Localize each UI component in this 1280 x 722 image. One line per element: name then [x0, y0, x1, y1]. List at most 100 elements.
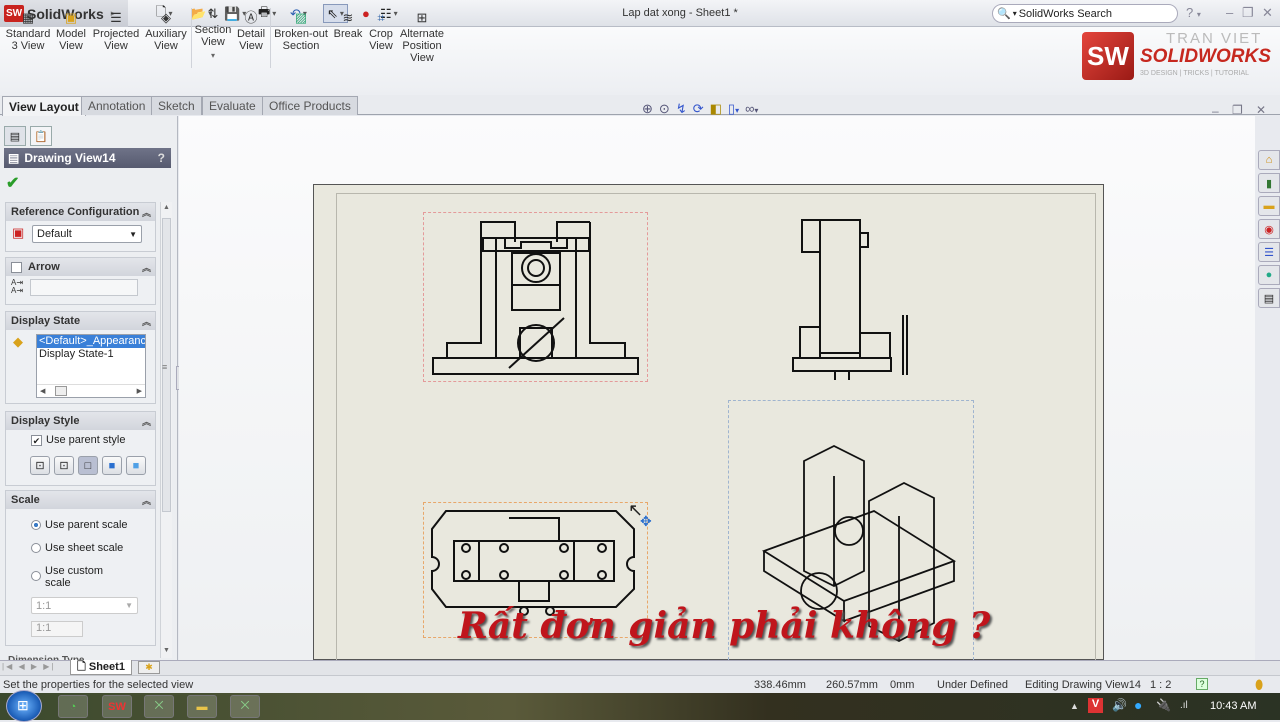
- arrow-checkbox[interactable]: [11, 261, 22, 273]
- view-palette-icon[interactable]: ◉: [1258, 219, 1280, 239]
- custom-scale-select[interactable]: 1:1 ▼: [31, 597, 138, 614]
- ok-checkmark-button[interactable]: ✔: [6, 173, 19, 193]
- doc-minimize-button[interactable]: –: [1212, 104, 1219, 118]
- feature-manager-tab[interactable]: ▤: [4, 126, 26, 146]
- document-recovery-icon[interactable]: ▤: [1258, 288, 1280, 308]
- collapse-icon[interactable]: ︽: [142, 494, 151, 507]
- collapse-icon[interactable]: ︽: [142, 206, 151, 219]
- sheet-tab-sheet1[interactable]: 🗋 Sheet1: [70, 660, 132, 675]
- file-explorer-icon[interactable]: ▬: [1258, 196, 1280, 216]
- hidden-lines-visible-icon: ⊡: [59, 460, 69, 472]
- collapse-icon[interactable]: ︽: [142, 415, 151, 428]
- rebuild-icon[interactable]: ⟳: [693, 101, 704, 117]
- previous-view-icon[interactable]: ↯: [676, 101, 687, 117]
- shaded-button[interactable]: ■: [126, 456, 146, 475]
- auxiliary-view-button[interactable]: ◈ Auxiliary View: [145, 10, 187, 52]
- help-icon[interactable]: ?: [158, 151, 165, 165]
- tray-app-icon[interactable]: ●: [1134, 697, 1142, 713]
- power-icon[interactable]: 🔌: [1156, 698, 1171, 712]
- sheet-navigation-arrows[interactable]: |◀ ◀ ▶ ▶|: [2, 662, 55, 671]
- status-scale[interactable]: 1 : 2: [1150, 679, 1171, 691]
- tag-icon[interactable]: ⬮: [1255, 677, 1263, 693]
- network-icon[interactable]: .ıl: [1180, 700, 1188, 711]
- taskbar-explorer[interactable]: ▬: [187, 695, 217, 718]
- hide-show-icon[interactable]: ◧: [710, 101, 722, 117]
- design-library-icon[interactable]: ▮: [1258, 173, 1280, 193]
- list-item[interactable]: Display State-1: [37, 348, 145, 361]
- drawing-view-front[interactable]: [423, 212, 648, 382]
- hidden-lines-removed-button[interactable]: □: [78, 456, 98, 475]
- splitter-grip-icon[interactable]: ≡: [162, 362, 167, 372]
- use-sheet-scale-radio[interactable]: Use sheet scale: [31, 542, 123, 554]
- display-style-icon[interactable]: ▯▾: [728, 101, 739, 117]
- help-button[interactable]: ? ▾: [1186, 5, 1201, 20]
- broken-out-section-button[interactable]: ▨ Broken-out Section: [274, 10, 328, 52]
- zoom-to-area-icon[interactable]: ⊙: [659, 101, 670, 117]
- move-cursor-icon: ✥: [640, 513, 652, 529]
- folder-icon: ▬: [196, 700, 208, 713]
- add-sheet-button[interactable]: ✱: [138, 661, 160, 674]
- home-icon[interactable]: ⌂: [1258, 150, 1280, 170]
- tab-annotation[interactable]: Annotation: [81, 96, 153, 115]
- tab-office-products[interactable]: Office Products: [262, 96, 358, 115]
- use-parent-style-option[interactable]: ✔ Use parent style: [31, 434, 125, 446]
- solidworks-search-input[interactable]: 🔍 ▾ SolidWorks Search: [992, 4, 1178, 23]
- doc-restore-button[interactable]: ❐: [1232, 103, 1243, 117]
- section-view-button[interactable]: ⇅ Section View ▾: [195, 6, 232, 62]
- break-button[interactable]: ≋ Break: [333, 10, 363, 40]
- zoom-to-fit-icon[interactable]: ⊕: [642, 101, 653, 117]
- tab-evaluate[interactable]: Evaluate: [202, 96, 263, 115]
- wireframe-style-button[interactable]: ⊡: [30, 456, 50, 475]
- custom-properties-icon[interactable]: ●: [1258, 265, 1280, 285]
- clock[interactable]: 10:43 AM: [1210, 700, 1256, 712]
- status-message: Set the properties for the selected view: [3, 679, 194, 691]
- drawing-view-right[interactable]: [785, 215, 915, 383]
- scale-group: Scale ︽ Use parent scale Use sheet scale …: [5, 490, 156, 646]
- broken-out-section-icon: ▨: [294, 10, 308, 25]
- show-hidden-icons-button[interactable]: ▲: [1070, 701, 1079, 711]
- crop-view-button[interactable]: ⌗ Crop View: [368, 10, 394, 52]
- display-state-list[interactable]: <Default>_Appearance Display State-1 ◀ ▶: [36, 334, 146, 398]
- alternate-position-view-button[interactable]: ⊞ Alternate Position View: [399, 10, 445, 64]
- close-button[interactable]: ✕: [1262, 5, 1273, 21]
- brand-line-2: SOLIDWORKS: [1140, 46, 1271, 67]
- configuration-select[interactable]: Default ▼: [32, 225, 142, 243]
- display-state-group: Display State ︽ ◆ <Default>_Appearance Di…: [5, 311, 156, 404]
- panel-scrollbar[interactable]: ▲ ▼: [160, 202, 172, 658]
- view-settings-icon[interactable]: ∞▾: [745, 101, 758, 117]
- minimize-button[interactable]: –: [1226, 5, 1233, 20]
- taskbar-app-5[interactable]: ⨉: [230, 695, 260, 718]
- list-item[interactable]: <Default>_Appearance: [37, 335, 145, 348]
- property-manager-tab[interactable]: 📋: [30, 126, 52, 146]
- property-manager-title: Drawing View14: [24, 151, 116, 165]
- use-parent-scale-radio[interactable]: Use parent scale: [31, 519, 128, 531]
- standard-3-view-button[interactable]: ▦ Standard 3 View: [6, 10, 51, 52]
- shaded-with-edges-button[interactable]: ■: [102, 456, 122, 475]
- collapse-icon[interactable]: ︽: [142, 315, 151, 328]
- projected-view-button[interactable]: ☰ Projected View: [92, 10, 140, 52]
- horizontal-scrollbar[interactable]: ◀ ▶: [37, 384, 145, 397]
- restore-button[interactable]: ❐: [1242, 5, 1254, 21]
- taskbar-app-1[interactable]: ◔: [58, 695, 88, 718]
- appearances-icon[interactable]: ☰: [1258, 242, 1280, 262]
- model-view-button[interactable]: ▣ Model View: [56, 10, 86, 52]
- tab-sketch[interactable]: Sketch: [151, 96, 202, 115]
- custom-scale-input[interactable]: 1:1: [31, 621, 83, 637]
- start-button[interactable]: ⊞: [6, 690, 42, 722]
- status-definition: Under Defined: [937, 679, 1008, 691]
- tray-v-icon[interactable]: V: [1088, 698, 1103, 713]
- status-editing: Editing Drawing View14: [1025, 679, 1141, 691]
- collapse-icon[interactable]: ︽: [142, 261, 151, 274]
- volume-icon[interactable]: 🔊: [1112, 698, 1127, 712]
- tab-view-layout[interactable]: View Layout: [2, 96, 86, 116]
- doc-close-button[interactable]: ✕: [1256, 103, 1266, 117]
- detail-view-button[interactable]: Ⓐ Detail View: [236, 10, 266, 52]
- hidden-lines-visible-button[interactable]: ⊡: [54, 456, 74, 475]
- taskbar-app-3[interactable]: ⨉: [144, 695, 174, 718]
- quick-tips-icon[interactable]: ?: [1196, 678, 1208, 690]
- arrow-label-input[interactable]: [30, 279, 138, 296]
- reference-configuration-group: Reference Configuration ︽ ▣ Default ▼: [5, 202, 156, 252]
- taskbar-solidworks[interactable]: SW: [102, 695, 132, 718]
- use-custom-scale-radio[interactable]: Use custom scale: [31, 565, 121, 589]
- use-parent-style-checkbox[interactable]: ✔: [31, 434, 42, 446]
